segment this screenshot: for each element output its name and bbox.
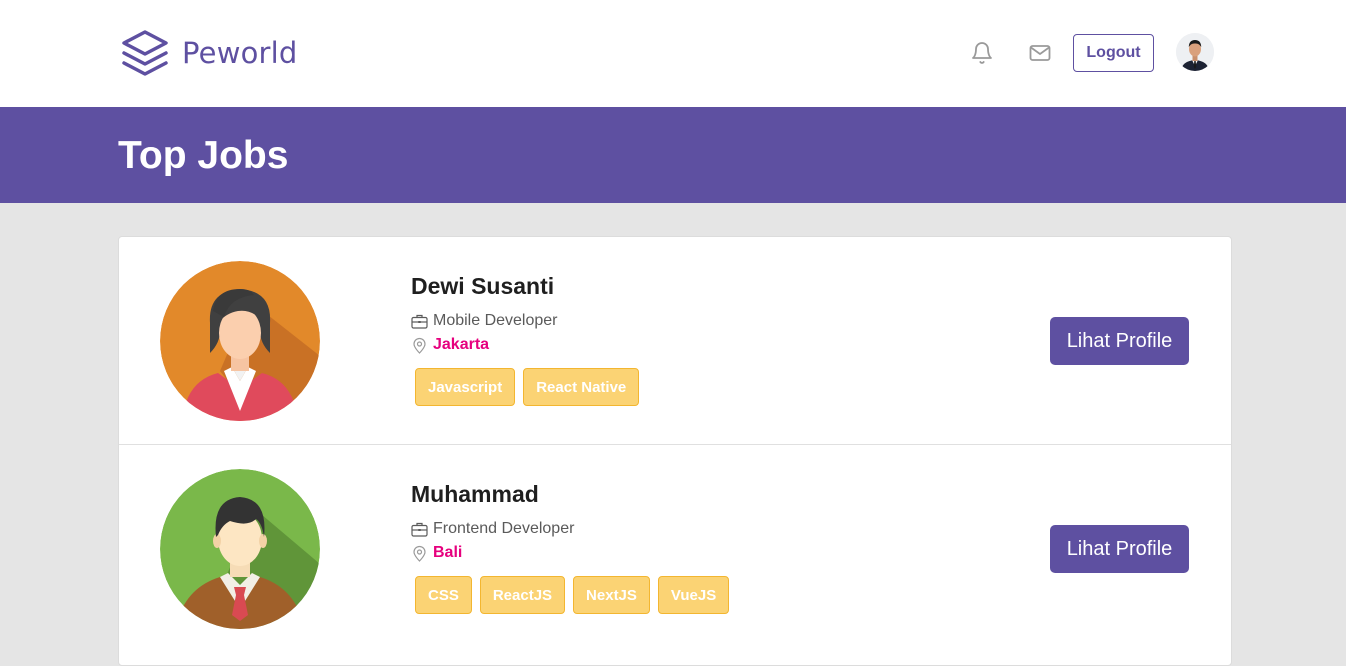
navbar: Peworld Logout [0,0,1346,107]
layers-icon [122,30,168,76]
logout-button[interactable]: Logout [1073,34,1154,72]
female-avatar [160,261,320,421]
map-pin-icon [413,545,426,562]
user-avatar[interactable] [1176,33,1214,71]
job-title-text: Frontend Developer [433,520,575,537]
skill-list: Javascript React Native [415,368,640,406]
skill-list: CSS ReactJS NextJS VueJS [415,576,730,614]
male-avatar [160,469,320,629]
skill-badge: NextJS [573,576,650,614]
skill-badge: CSS [415,576,472,614]
page-title: Top Jobs [118,134,289,177]
job-title-text: Mobile Developer [433,312,558,329]
view-profile-button[interactable]: Lihat Profile [1050,525,1189,573]
page-banner: Top Jobs [0,107,1346,203]
user-avatar-image [1176,33,1214,71]
candidate-name: Muhammad [411,481,539,507]
view-profile-button[interactable]: Lihat Profile [1050,317,1189,365]
location-text: Jakarta [433,336,490,353]
skill-badge: ReactJS [479,576,566,614]
briefcase-icon [411,522,428,537]
job-title: Frontend Developer [411,519,574,539]
briefcase-icon [411,314,428,329]
mail-button[interactable] [1027,40,1053,66]
job-title: Mobile Developer [411,311,558,331]
location-text: Bali [433,544,463,561]
notification-button[interactable] [969,40,995,66]
location: Jakarta [411,335,489,355]
map-pin-icon [413,337,426,354]
brand-logo[interactable]: Peworld [121,29,298,77]
candidate-list: Dewi Susanti Mobile Developer Jakarta Ja… [118,236,1232,666]
skill-badge: Javascript [415,368,516,406]
candidate-card: Muhammad Frontend Developer Bali CSS Rea… [119,445,1231,653]
location: Bali [411,543,462,563]
brand-name: Peworld [182,36,298,70]
mail-icon [1029,45,1051,61]
candidate-card: Dewi Susanti Mobile Developer Jakarta Ja… [119,237,1231,445]
skill-badge: VueJS [657,576,730,614]
bell-icon [972,42,992,64]
candidate-name: Dewi Susanti [411,273,555,299]
skill-badge: React Native [523,368,640,406]
